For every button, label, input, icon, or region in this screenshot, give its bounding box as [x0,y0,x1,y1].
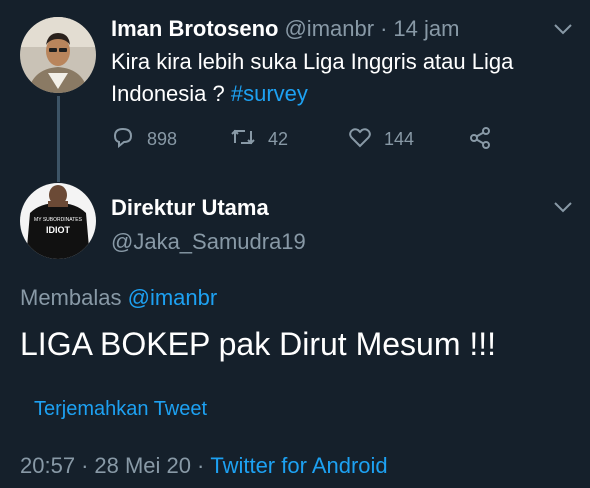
reply-date: 28 Mei 20 [94,453,192,478]
like-icon [348,126,372,153]
reply-text: LIGA BOKEP pak Dirut Mesum !!! [20,326,497,362]
avatar-direktur[interactable]: MY SUBORDINATES IDIOT [20,183,96,259]
shirt-text-bottom: IDIOT [46,225,71,235]
meta-separator: · [81,453,89,478]
avatar-photo: MY SUBORDINATES IDIOT [20,183,96,259]
reply-icon [111,126,135,153]
separator: · [380,16,388,41]
reply-time: 20:57 [20,453,76,478]
share-icon[interactable] [468,126,492,155]
meta-separator: · [197,453,205,478]
replying-to: Membalas @imanbr [20,285,217,311]
replying-to-link[interactable]: @imanbr [128,285,218,310]
reply-count: 898 [147,129,178,149]
display-name[interactable]: Iman Brotoseno [111,16,278,42]
chevron-down-icon[interactable] [553,200,573,218]
tweet-text-line2: Indonesia ? #survey [111,78,581,110]
avatar-photo [20,17,96,93]
tweet-meta: 20:57 · 28 Mei 20 · Twitter for Android [20,453,388,479]
timestamp[interactable]: 14 jam [393,16,459,42]
client-link[interactable]: Twitter for Android [210,453,387,479]
retweet-count: 42 [268,129,289,149]
retweet-action[interactable]: 42 [230,126,288,153]
reply-display-name[interactable]: Direktur Utama [111,195,269,221]
reply-action[interactable]: 898 [111,126,177,153]
shirt-text-top: MY SUBORDINATES [34,217,83,223]
hashtag-link[interactable]: #survey [231,81,308,106]
retweet-icon [230,126,256,153]
tweet-text-line1: Kira kira lebih suka Liga Inggris atau L… [111,49,514,74]
tweet-text: Kira kira lebih suka Liga Inggris atau L… [111,46,581,110]
handle[interactable]: @imanbr [284,16,374,42]
translate-link[interactable]: Terjemahkan Tweet [34,398,207,421]
tweet-header: Iman Brotoseno @imanbr · 14 jam [111,16,459,42]
reply-handle[interactable]: @Jaka_Samudra19 [111,229,306,255]
like-count: 144 [384,129,415,149]
chevron-down-icon[interactable] [553,22,573,40]
thread-connector [57,96,60,182]
tweet-text-line2-prefix: Indonesia ? [111,81,231,106]
avatar-iman[interactable] [20,17,96,93]
like-action[interactable]: 144 [348,126,414,153]
replying-label: Membalas [20,285,122,310]
